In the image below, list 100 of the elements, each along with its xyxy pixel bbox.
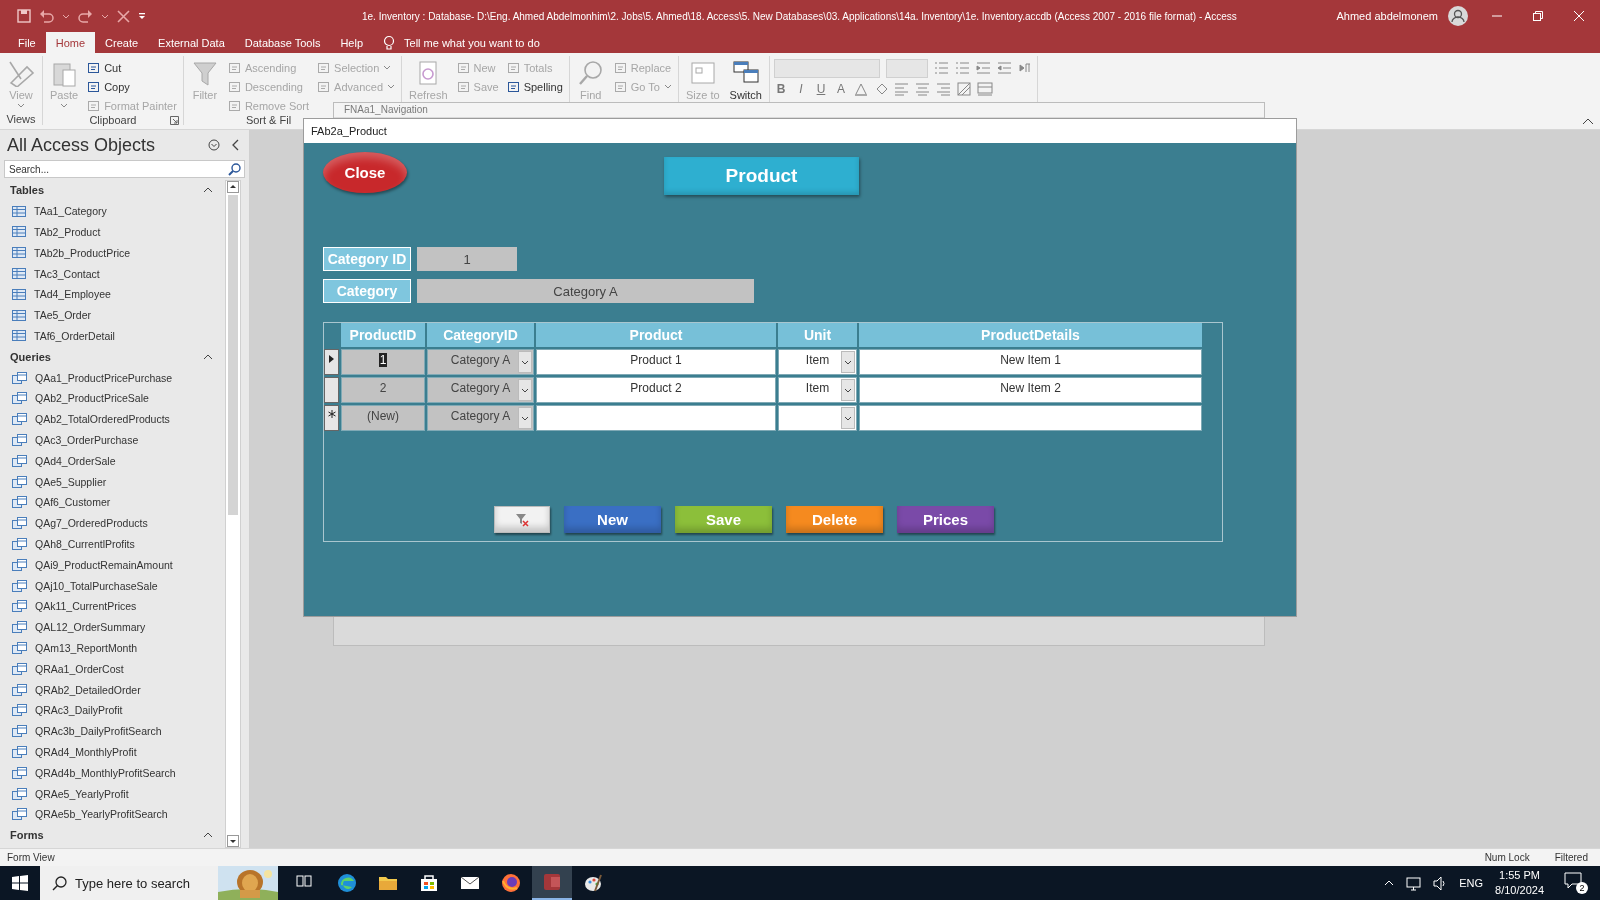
object-item[interactable]: TAe5_Order [0,304,225,326]
format-button[interactable]: U [814,82,828,96]
table-cell[interactable]: Category A [427,405,534,431]
chevron-up-icon[interactable] [203,352,213,361]
customize-icon[interactable] [138,12,146,20]
undo-icon[interactable] [39,9,54,23]
clock-date[interactable]: 8/10/2024 [1495,883,1544,898]
ribbon-tab[interactable]: Create [95,32,149,53]
clear-filter-button[interactable] [494,506,550,533]
object-item[interactable]: QRAc3b_DailyProfitSearch [0,720,225,742]
scroll-up-icon[interactable] [227,181,239,193]
object-item[interactable]: QRAc3_DailyProfit [0,699,225,721]
start-icon[interactable] [12,875,28,891]
object-item[interactable]: QAh8_CurrentlProfits [0,533,225,555]
restore-icon[interactable] [1533,11,1543,21]
object-item[interactable]: QAc3_OrderPurchase [0,429,225,451]
tell-me-field[interactable]: Tell me what you want to do [383,32,540,53]
search-field[interactable]: Type here to search [40,866,218,900]
object-item[interactable]: QAj10_TotalPurchaseSale [0,575,225,596]
chevron-up-icon[interactable] [203,831,213,840]
ribbon-tab[interactable]: Database Tools [234,32,331,53]
speaker-icon[interactable] [1433,875,1448,891]
caret-icon[interactable] [101,13,109,19]
ribbon-tab[interactable]: Help [330,32,373,53]
object-item[interactable]: QAd4_OrderSale [0,450,225,472]
object-item[interactable]: QRAa1_OrderCost [0,658,225,680]
object-item[interactable]: QAb2_ProductPriceSale [0,387,225,409]
object-item[interactable]: TAf6_OrderDetail [0,325,225,347]
group-header[interactable]: Tables [0,180,225,201]
close-icon[interactable] [1574,11,1584,21]
object-item[interactable]: QRAd4_MonthlyProfit [0,741,225,763]
language-indicator[interactable]: ENG [1459,877,1484,889]
redo-icon[interactable] [78,9,93,23]
group-header[interactable]: Forms [0,824,225,846]
format-button[interactable]: A [834,82,848,96]
object-item[interactable]: QRAb2_DetailedOrder [0,679,225,700]
table-cell[interactable]: Product 1 [536,349,776,375]
scrollbar[interactable] [225,180,241,848]
ribbon-tab[interactable]: External Data [148,32,235,53]
collapse-pane-icon[interactable] [232,139,239,151]
format-button[interactable]: B [774,82,788,96]
dialog-launcher-icon[interactable] [169,115,179,125]
object-item[interactable]: TAb2_Product [0,221,225,243]
table-cell[interactable]: 1 [341,349,425,375]
action-button[interactable]: New [564,506,661,533]
table-cell[interactable]: New Item 1 [859,349,1202,375]
object-item[interactable]: QRAd4b_MonthlyProfitSearch [0,762,225,784]
object-item[interactable]: TAb2b_ProductPrice [0,242,225,264]
table-cell[interactable]: Item [778,377,857,403]
format-button[interactable]: I [794,82,808,96]
table-cell[interactable]: (New) [341,405,425,431]
table-cell[interactable]: Category A [427,377,534,403]
collapse-ribbon-icon[interactable] [1582,118,1594,125]
scroll-down-icon[interactable] [227,835,239,847]
object-item[interactable]: QRAe5b_YearlyProfitSearch [0,803,225,825]
chevron-up-icon[interactable] [1384,879,1395,887]
ribbon-button[interactable]: Cut [85,59,179,76]
table-cell[interactable]: New Item 2 [859,377,1202,403]
object-item[interactable]: QAL12_OrderSummary [0,616,225,638]
caret-icon[interactable] [62,13,70,19]
notifications-button[interactable]: 2 [1564,872,1588,894]
table-cell[interactable]: Category A [427,349,534,375]
font-field[interactable] [774,58,880,78]
ribbon-tab[interactable]: File [8,32,46,53]
group-header[interactable]: Queries [0,346,225,368]
network-icon[interactable] [1406,875,1422,891]
table-cell[interactable] [859,405,1202,431]
input-field[interactable]: 1 [417,247,517,271]
object-item[interactable]: QAm13_ReportMonth [0,637,225,659]
chevron-up-icon[interactable] [203,186,213,195]
object-item[interactable]: TAc3_Contact [0,263,225,284]
dropdown-icon[interactable] [208,139,220,151]
object-item[interactable]: QRAe5_YearlyProfit [0,783,225,804]
ribbon-button[interactable]: Copy [85,78,179,95]
ribbon-button[interactable]: Spelling [504,78,565,95]
table-cell[interactable]: 2 [341,377,425,403]
object-item[interactable]: QAb2_TotalOrderedProducts [0,408,225,430]
scroll-thumb[interactable] [228,195,238,515]
ribbon-tab[interactable]: Home [45,32,96,53]
font-size-field[interactable] [886,58,928,78]
save-icon[interactable] [17,9,31,23]
record-selector[interactable] [324,349,339,375]
cross-icon[interactable] [117,9,130,23]
clock-time[interactable]: 1:55 PM [1495,868,1544,883]
table-cell[interactable] [536,405,776,431]
table-cell[interactable] [778,405,857,431]
object-item[interactable]: TAd4_Employee [0,284,225,305]
object-item[interactable]: QAg7_OrderedProducts [0,512,225,534]
table-cell[interactable]: Product 2 [536,377,776,403]
search-icon[interactable] [228,163,241,176]
avatar-icon[interactable] [1448,6,1468,26]
table-cell[interactable]: Item [778,349,857,375]
action-button[interactable]: Prices [897,506,994,533]
input-field[interactable]: Category A [417,279,754,303]
ribbon-button[interactable]: Switch [726,59,765,101]
object-item[interactable]: QAf6_Customer [0,491,225,513]
object-item[interactable]: QAi9_ProductRemainAmount [0,554,225,576]
search-field[interactable]: Search... [4,160,245,178]
object-item[interactable]: QAa1_ProductPricePurchase [0,367,225,388]
object-item[interactable]: QAk11_CurrentPrices [0,595,225,617]
